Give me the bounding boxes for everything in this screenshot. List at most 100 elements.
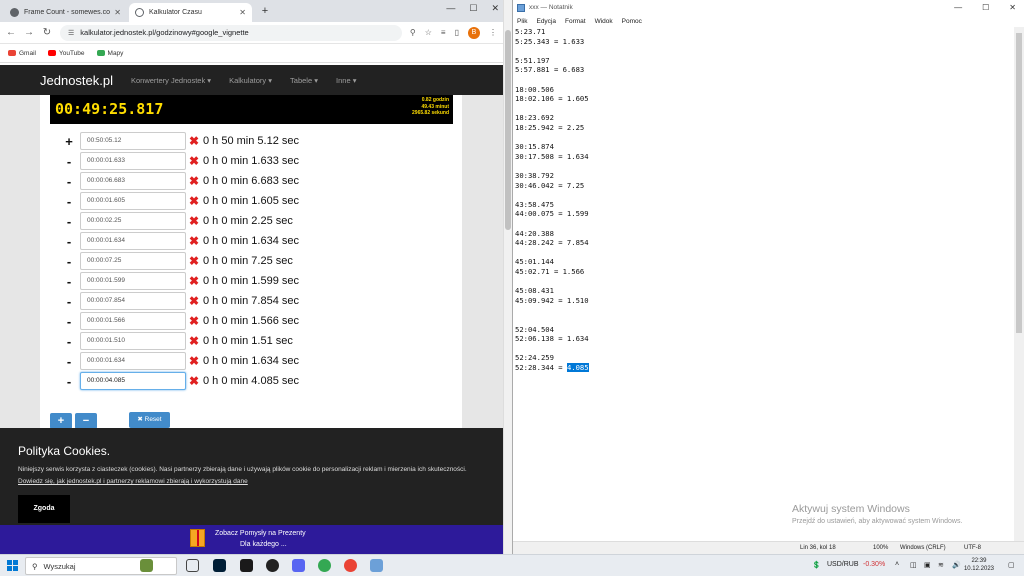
cookie-info-link[interactable]: Dowiedz się, jak jednostek.pl i partnerz… bbox=[18, 478, 248, 485]
delete-row-icon[interactable]: ✖ bbox=[188, 234, 200, 248]
scroll-thumb[interactable] bbox=[1016, 33, 1022, 333]
reload-icon[interactable]: ↻ bbox=[42, 27, 52, 38]
network-icon[interactable]: ◫ bbox=[910, 561, 917, 569]
subtract-row-button[interactable]: − bbox=[75, 413, 97, 429]
sign-toggle[interactable]: - bbox=[60, 274, 78, 289]
forward-icon[interactable]: → bbox=[24, 27, 34, 38]
time-input[interactable]: 00:00:01.510 bbox=[80, 332, 186, 350]
close-icon[interactable]: ✕ bbox=[114, 8, 121, 17]
nav-converters[interactable]: Konwertery Jednostek ▾ bbox=[131, 76, 211, 85]
menu-edit[interactable]: Edycja bbox=[536, 18, 556, 25]
zoom-icon[interactable]: ⚲ bbox=[410, 28, 416, 37]
maximize-icon[interactable]: ☐ bbox=[469, 3, 477, 14]
sign-toggle[interactable]: - bbox=[60, 214, 78, 229]
notification-icon[interactable]: ▢ bbox=[1008, 561, 1015, 569]
time-input[interactable]: 00:00:01.633 bbox=[80, 152, 186, 170]
time-input[interactable]: 00:00:06.683 bbox=[80, 172, 186, 190]
add-row-button[interactable]: + bbox=[50, 413, 72, 429]
delete-row-icon[interactable]: ✖ bbox=[188, 374, 200, 388]
delete-row-icon[interactable]: ✖ bbox=[188, 274, 200, 288]
obs-icon[interactable] bbox=[266, 559, 279, 572]
menu-icon[interactable]: ⋮ bbox=[489, 28, 497, 37]
sign-toggle[interactable]: - bbox=[60, 354, 78, 369]
time-input[interactable]: 00:00:07.854 bbox=[80, 292, 186, 310]
selected-text[interactable]: 4.085 bbox=[566, 363, 589, 372]
time-input[interactable]: 00:00:02.25 bbox=[80, 212, 186, 230]
wifi-icon[interactable]: ≋ bbox=[938, 561, 944, 569]
scroll-thumb[interactable] bbox=[505, 30, 511, 230]
sign-toggle[interactable]: - bbox=[60, 314, 78, 329]
tray-app-icon[interactable]: ▣ bbox=[924, 561, 931, 569]
promo-banner[interactable]: Zobacz Pomysły na Prezenty Dla każdego .… bbox=[0, 525, 503, 554]
chrome-icon[interactable] bbox=[344, 559, 357, 572]
chrome-icon[interactable] bbox=[318, 559, 331, 572]
time-input[interactable]: 00:00:01.634 bbox=[80, 352, 186, 370]
photoshop-icon[interactable] bbox=[213, 559, 226, 572]
sidepanel-icon[interactable]: ▯ bbox=[455, 28, 459, 37]
delete-row-icon[interactable]: ✖ bbox=[188, 354, 200, 368]
menu-help[interactable]: Pomoc bbox=[622, 18, 642, 25]
nav-other[interactable]: Inne ▾ bbox=[336, 76, 356, 85]
taskbar-clock[interactable]: 22:39 10.12.2023 bbox=[964, 557, 994, 573]
time-input[interactable]: 00:00:01.599 bbox=[80, 272, 186, 290]
reset-button[interactable]: ✖ Reset bbox=[129, 412, 170, 428]
delete-row-icon[interactable]: ✖ bbox=[188, 314, 200, 328]
sign-toggle[interactable]: - bbox=[60, 374, 78, 389]
media-icon[interactable]: ≡ bbox=[441, 28, 446, 37]
tab-kalkulator-czasu[interactable]: Kalkulator Czasu ✕ bbox=[129, 3, 252, 22]
back-icon[interactable]: ← bbox=[6, 27, 16, 38]
sign-toggle[interactable]: - bbox=[60, 254, 78, 269]
tray-chevron-icon[interactable]: ˄ bbox=[895, 561, 899, 568]
sign-toggle[interactable]: - bbox=[60, 334, 78, 349]
delete-row-icon[interactable]: ✖ bbox=[188, 334, 200, 348]
maximize-icon[interactable]: ☐ bbox=[982, 3, 989, 12]
browser-scrollbar[interactable] bbox=[503, 0, 512, 554]
nav-calculators[interactable]: Kalkulatory ▾ bbox=[229, 76, 272, 85]
time-input[interactable]: 00:00:01.566 bbox=[80, 312, 186, 330]
agree-button[interactable]: Zgoda bbox=[18, 495, 70, 523]
notepad-scrollbar[interactable] bbox=[1014, 27, 1024, 541]
volume-icon[interactable]: 🔊 bbox=[952, 561, 961, 569]
bookmark-gmail[interactable]: Gmail bbox=[8, 50, 36, 57]
minimize-icon[interactable]: — bbox=[954, 3, 962, 12]
time-input[interactable]: 00:00:01.634 bbox=[80, 232, 186, 250]
close-icon[interactable]: ✕ bbox=[239, 8, 246, 17]
nav-tables[interactable]: Tabele ▾ bbox=[290, 76, 318, 85]
close-window-icon[interactable]: ✕ bbox=[1009, 3, 1016, 12]
menu-view[interactable]: Widok bbox=[595, 18, 613, 25]
time-input[interactable]: 00:00:07.25 bbox=[80, 252, 186, 270]
menu-file[interactable]: Plik bbox=[517, 18, 527, 25]
delete-row-icon[interactable]: ✖ bbox=[188, 214, 200, 228]
site-info-icon[interactable]: ☰ bbox=[68, 29, 74, 37]
notepad-taskbar-icon[interactable] bbox=[370, 559, 383, 572]
notepad-text-area[interactable]: 5:23.71 5:25.343 = 1.633 5:51.197 5:57.881 … bbox=[513, 27, 1013, 541]
sign-toggle[interactable]: - bbox=[60, 294, 78, 309]
time-input[interactable]: 00:50:05.12 bbox=[80, 132, 186, 150]
taskbar-search[interactable]: ⚲ Wyszukaj bbox=[25, 557, 177, 575]
discord-icon[interactable] bbox=[292, 559, 305, 572]
delete-row-icon[interactable]: ✖ bbox=[188, 194, 200, 208]
bookmark-youtube[interactable]: YouTube bbox=[47, 50, 85, 57]
tab-frame-count[interactable]: Frame Count - somewes.com ✕ bbox=[4, 3, 127, 22]
sign-toggle[interactable]: - bbox=[60, 174, 78, 189]
sign-toggle[interactable]: - bbox=[60, 234, 78, 249]
sign-toggle[interactable]: - bbox=[60, 194, 78, 209]
bookmark-star-icon[interactable]: ☆ bbox=[425, 28, 432, 37]
sign-toggle[interactable]: - bbox=[60, 154, 78, 169]
task-view-icon[interactable] bbox=[186, 559, 199, 572]
profile-avatar[interactable]: B bbox=[468, 26, 480, 39]
ticker-name[interactable]: USD/RUB bbox=[827, 561, 859, 568]
sign-toggle[interactable]: + bbox=[60, 134, 78, 149]
app-icon[interactable] bbox=[240, 559, 253, 572]
delete-row-icon[interactable]: ✖ bbox=[188, 174, 200, 188]
time-input[interactable]: 00:00:01.605 bbox=[80, 192, 186, 210]
delete-row-icon[interactable]: ✖ bbox=[188, 254, 200, 268]
delete-row-icon[interactable]: ✖ bbox=[188, 294, 200, 308]
delete-row-icon[interactable]: ✖ bbox=[188, 154, 200, 168]
bookmark-maps[interactable]: Mapy bbox=[96, 50, 123, 57]
menu-format[interactable]: Format bbox=[565, 18, 586, 25]
new-tab-button[interactable]: + bbox=[258, 5, 272, 19]
windows-start-icon[interactable] bbox=[7, 560, 18, 571]
url-input[interactable]: ☰ kalkulator.jednostek.pl/godzinowy#goog… bbox=[60, 24, 402, 41]
site-brand[interactable]: Jednostek.pl bbox=[40, 73, 113, 88]
